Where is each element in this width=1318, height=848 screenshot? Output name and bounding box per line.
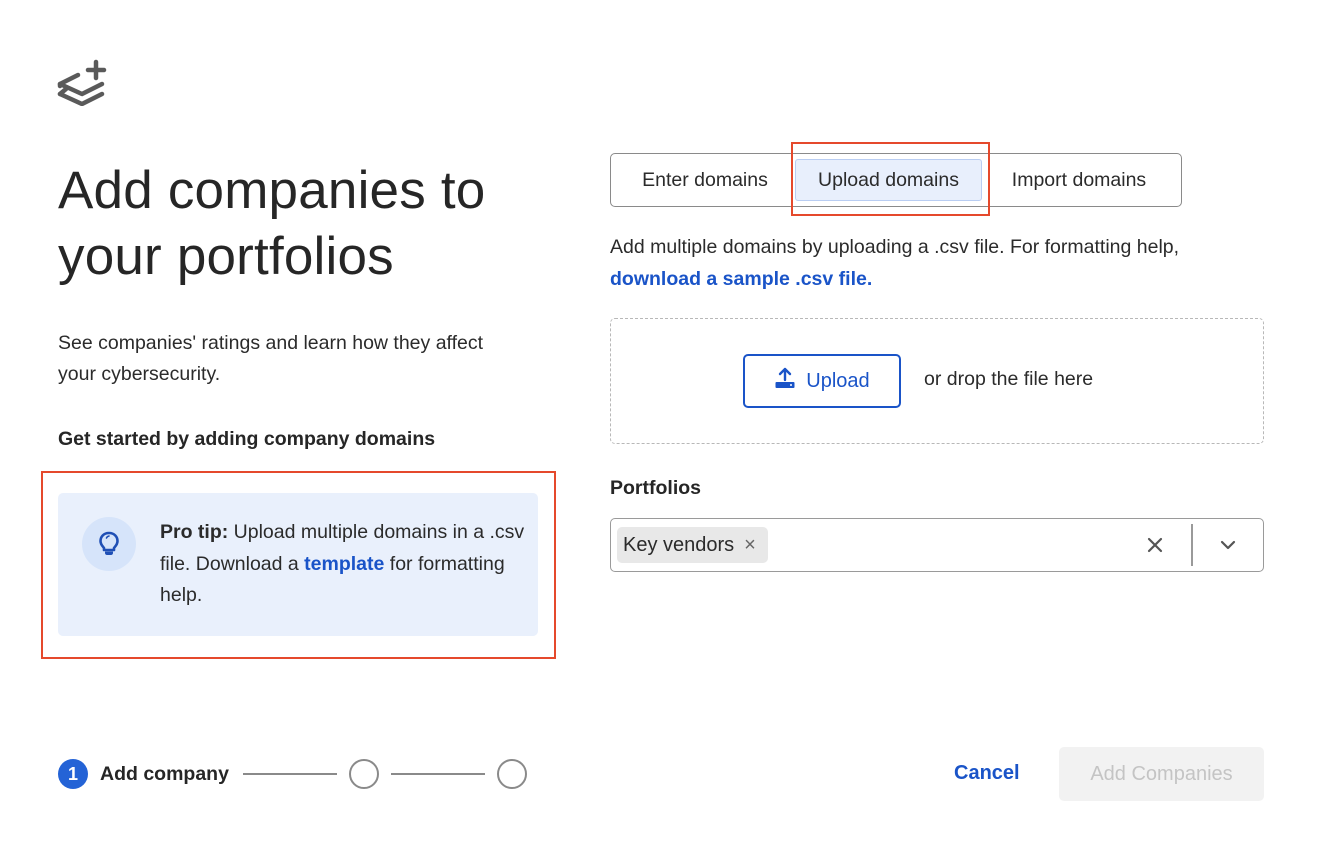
step-connector (242, 773, 337, 775)
step-number-badge: 1 (58, 759, 88, 789)
step-3-indicator (496, 759, 527, 789)
upload-description: Add multiple domains by uploading a .csv… (610, 231, 1290, 295)
template-link[interactable]: template (304, 553, 384, 575)
drop-hint: or drop the file here (924, 368, 1094, 390)
lightbulb-icon (82, 517, 136, 571)
get-started-heading: Get started by adding company domains (58, 428, 436, 450)
upload-icon (774, 367, 796, 395)
pro-tip-label: Pro tip: (160, 521, 229, 543)
page-title: Add companies to your portfolios (58, 161, 486, 286)
portfolio-chip-label: Key vendors (623, 533, 735, 556)
step-label: Add company (100, 762, 229, 785)
portfolios-select[interactable]: Key vendors × (610, 518, 1264, 572)
step-connector (390, 773, 485, 775)
download-sample-link[interactable]: download a sample .csv file. (610, 263, 1290, 295)
remove-chip-icon[interactable]: × (744, 535, 756, 555)
domain-input-tabs: Enter domains Upload domains Import doma… (610, 153, 1182, 207)
pro-tip-panel: Pro tip: Upload multiple domains in a .c… (58, 493, 538, 636)
progress-stepper: 1 Add company (58, 759, 527, 789)
layers-plus-icon (56, 58, 108, 107)
select-divider (1191, 524, 1193, 566)
add-companies-button[interactable]: Add Companies (1059, 747, 1264, 801)
upload-description-text: Add multiple domains by uploading a .csv… (610, 236, 1180, 258)
tab-import-domains[interactable]: Import domains (982, 159, 1176, 201)
portfolio-chip: Key vendors × (617, 527, 768, 563)
upload-button[interactable]: Upload (743, 354, 901, 408)
portfolios-label: Portfolios (610, 477, 701, 499)
tab-enter-domains[interactable]: Enter domains (615, 159, 795, 201)
upload-button-label: Upload (806, 369, 870, 392)
step-2-indicator (348, 759, 379, 789)
tab-upload-domains[interactable]: Upload domains (795, 159, 982, 201)
close-icon[interactable] (1143, 533, 1167, 557)
file-dropzone[interactable]: Upload or drop the file here (610, 318, 1264, 444)
pro-tip-text: Pro tip: Upload multiple domains in a .c… (160, 517, 530, 612)
cancel-button[interactable]: Cancel (954, 762, 1020, 785)
page-subtitle: See companies' ratings and learn how the… (58, 332, 484, 385)
chevron-down-icon[interactable] (1216, 533, 1240, 557)
